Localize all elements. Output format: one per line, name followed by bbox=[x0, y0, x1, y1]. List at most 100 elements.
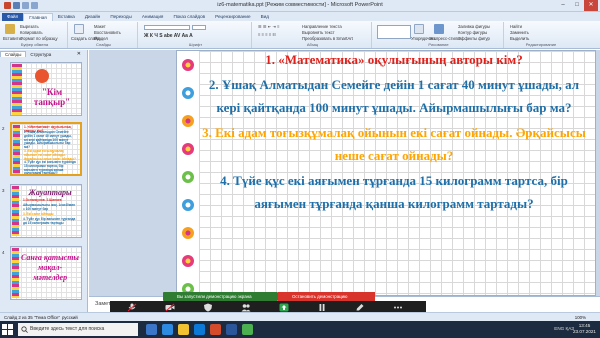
search-placeholder: Введите здесь текст для поиска bbox=[30, 326, 105, 332]
slides-label: Слайды bbox=[96, 42, 111, 47]
pane-tabs: Слайды Структура ✕ bbox=[0, 50, 88, 58]
flower-border-decoration bbox=[12, 64, 22, 115]
close-button[interactable]: ✕ bbox=[584, 0, 598, 11]
tab-slides[interactable]: Слайды bbox=[0, 51, 27, 57]
slide-thumbnail-3[interactable]: Жауаптары 1.Оспанкулов. 2.Шапаев Айырмаш… bbox=[10, 184, 82, 238]
maximize-button[interactable]: □ bbox=[570, 0, 584, 11]
slides-pane: Слайды Структура ✕ "Кім тапқыр" 2 1. «Ма… bbox=[0, 50, 88, 312]
powerpoint-taskbar-icon[interactable] bbox=[210, 324, 221, 335]
tab-home[interactable]: Главная bbox=[23, 13, 53, 21]
thumb-2-line-2: 2. Ұшақ Алматыдан Семейге дейін 1 сағат … bbox=[24, 130, 73, 150]
tab-design[interactable]: Дизайн bbox=[80, 13, 105, 21]
question-1-suffix: » оқулығының авторы кім? bbox=[357, 52, 523, 67]
status-bar: Слайд 2 из 35 "Тема Office" русский 100% bbox=[0, 312, 600, 321]
tab-animation[interactable]: Анимация bbox=[137, 13, 169, 21]
layout-button[interactable]: Макет bbox=[94, 24, 106, 29]
slide-body[interactable]: 1. «Математика» оқулығының авторы кім? 2… bbox=[201, 51, 587, 215]
tab-review[interactable]: Рецензирование bbox=[210, 13, 255, 21]
font-format-buttons[interactable]: Ж К Ч S abe AV Aa A bbox=[144, 33, 193, 39]
edge-icon[interactable] bbox=[162, 324, 173, 335]
thumb-3-line-2: Айырмашылығы жоқ. 1сағ40мин = 100 минут … bbox=[23, 203, 76, 211]
replace-button[interactable]: Заменить bbox=[510, 30, 529, 35]
question-1-prefix: 1. « bbox=[265, 52, 285, 67]
tray-language-label: ENG bbox=[554, 326, 565, 331]
tab-outline[interactable]: Структура bbox=[26, 52, 55, 57]
text-direction-button[interactable]: Направление текста bbox=[302, 24, 342, 29]
font-label: Шрифт bbox=[188, 42, 203, 47]
align-buttons[interactable]: ≡ ≡ ≡ ≡ ☷ bbox=[258, 32, 276, 37]
question-1-quoted: Математика bbox=[284, 52, 358, 67]
thumb-3-line-4: 4. Түйе құс бір аяғымен тұрғанда да 15 к… bbox=[23, 217, 76, 225]
quick-styles-icon[interactable] bbox=[434, 24, 444, 34]
font-group: Ж К Ч S abe AV Aa A Шрифт bbox=[140, 22, 252, 48]
shapes-gallery[interactable] bbox=[377, 25, 411, 39]
taskbar-clock[interactable]: 13:45 23.07.2021 bbox=[573, 323, 596, 335]
paragraph-group: ☰ ☰ ⇤ ⇥ ≡ Направление текста Выровнять т… bbox=[254, 22, 372, 48]
select-button[interactable]: Выделить bbox=[510, 36, 529, 41]
slide-thumbnail-2[interactable]: 1. «Математика» оқулығының авторы кім? 2… bbox=[10, 122, 82, 176]
font-name-field[interactable] bbox=[144, 25, 190, 30]
taskbar-search[interactable]: Введите здесь текст для поиска bbox=[18, 323, 138, 336]
ribbon: Вставить Вырезать Копировать Формат по о… bbox=[0, 21, 600, 49]
slides-group: Создать слайд Макет Восстановить Раздел … bbox=[70, 22, 138, 48]
question-2: 2. Ұшақ Алматыдан Семейге дейін 1 сағат … bbox=[208, 77, 580, 115]
shape-effects-button[interactable]: Эффекты фигур bbox=[458, 36, 490, 41]
clipboard-label: Буфер обмена bbox=[20, 42, 49, 47]
new-slide-icon[interactable] bbox=[74, 24, 84, 34]
tray-language[interactable]: ENG ҚАЗ bbox=[554, 326, 574, 331]
minimize-button[interactable]: – bbox=[556, 0, 570, 11]
smartart-button[interactable]: Преобразовать в SmartArt bbox=[302, 36, 353, 41]
search-icon bbox=[21, 326, 28, 333]
paste-button[interactable]: Вставить bbox=[3, 36, 21, 41]
title-bar: iz6-matematika.ppt [Режим совместимости]… bbox=[0, 0, 600, 12]
tab-transitions[interactable]: Переходы bbox=[105, 13, 137, 21]
align-text-button[interactable]: Выровнять текст bbox=[302, 30, 335, 35]
participants-icon bbox=[241, 304, 251, 312]
chrome-taskbar-icon[interactable] bbox=[242, 324, 253, 335]
slide-thumbnail-4[interactable]: Санға қатысты мақал-мәтелдер bbox=[10, 246, 82, 300]
stop-sharing-button[interactable]: Остановить демонстрацию bbox=[278, 292, 375, 301]
slide-thumbnail-1[interactable]: "Кім тапқыр" bbox=[10, 62, 82, 116]
thumb-2-line-4: 4. Түйе құс екі аяғымен тұрғанда 15 кило… bbox=[24, 160, 76, 176]
language-indicator[interactable]: русский bbox=[62, 315, 78, 320]
window-title: iz6-matematika.ppt [Режим совместимости]… bbox=[217, 2, 383, 8]
copy-button[interactable]: Копировать bbox=[20, 30, 43, 35]
windows-start-icon[interactable] bbox=[2, 324, 13, 335]
section-button[interactable]: Раздел bbox=[94, 36, 108, 41]
word-taskbar-icon[interactable] bbox=[226, 324, 237, 335]
reset-button[interactable]: Восстановить bbox=[94, 30, 121, 35]
tab-insert[interactable]: Вставка bbox=[53, 13, 80, 21]
slide-number-4: 4 bbox=[2, 250, 5, 255]
bullets-buttons[interactable]: ☰ ☰ ⇤ ⇥ ≡ bbox=[258, 24, 280, 29]
find-button[interactable]: Найти bbox=[510, 24, 522, 29]
format-painter-button[interactable]: Формат по образцу bbox=[20, 36, 58, 41]
slide-number-2: 2 bbox=[2, 126, 5, 131]
close-pane-icon[interactable]: ✕ bbox=[73, 51, 85, 57]
cut-button[interactable]: Вырезать bbox=[20, 24, 39, 29]
zoom-app-icon[interactable] bbox=[194, 324, 205, 335]
zoom-level[interactable]: 100% bbox=[575, 315, 586, 320]
clock-date: 23.07.2021 bbox=[573, 329, 596, 334]
shape-outline-button[interactable]: Контур фигуры bbox=[458, 30, 487, 35]
slide-counter: Слайд 2 из 35 bbox=[4, 315, 33, 320]
tab-file[interactable]: Файл bbox=[2, 13, 24, 21]
tab-slideshow[interactable]: Показ слайдов bbox=[168, 13, 210, 21]
shape-fill-button[interactable]: Заливка фигуры bbox=[458, 24, 490, 29]
font-size-field[interactable] bbox=[192, 25, 206, 30]
question-3: 3. Екі адам тоғызқұмалақ ойынын екі саға… bbox=[202, 125, 586, 163]
annotate-icon bbox=[356, 304, 364, 311]
quick-styles-button[interactable]: Экспресс-стили bbox=[429, 36, 460, 41]
thumb-1-title: "Кім тапқыр" bbox=[33, 87, 71, 107]
slide-number-3: 3 bbox=[2, 188, 5, 193]
share-screen-icon bbox=[279, 303, 289, 312]
paste-icon[interactable] bbox=[5, 24, 15, 34]
ribbon-tabs: Файл Главная Вставка Дизайн Переходы Ани… bbox=[0, 12, 600, 21]
file-explorer-icon[interactable] bbox=[178, 324, 189, 335]
question-4: 4. Түйе құс екі аяғымен тұрғанда 15 кило… bbox=[220, 173, 568, 211]
tab-view[interactable]: Вид bbox=[256, 13, 274, 21]
current-slide[interactable]: 1. «Математика» оқулығының авторы кім? 2… bbox=[176, 50, 596, 296]
thumb-3-title: Жауаптары bbox=[28, 188, 72, 197]
arrange-icon[interactable] bbox=[414, 24, 424, 34]
task-view-icon[interactable] bbox=[146, 324, 157, 335]
flower-border-decoration bbox=[12, 248, 19, 298]
